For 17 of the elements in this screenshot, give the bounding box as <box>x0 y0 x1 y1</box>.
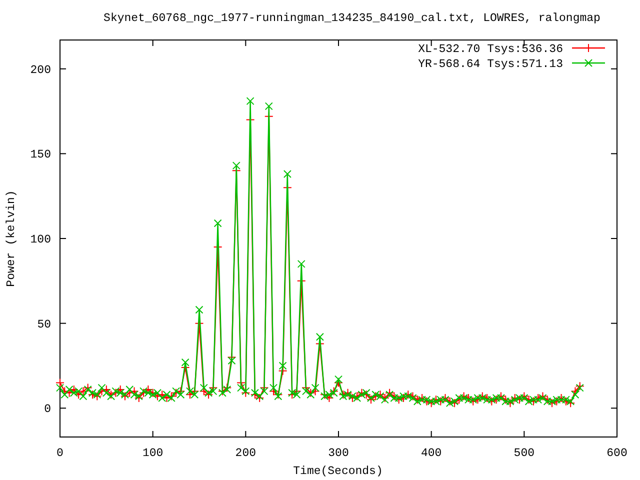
tick-label: 100 <box>30 234 51 246</box>
tick-label: 300 <box>328 447 349 460</box>
tick-label: 50 <box>37 318 51 332</box>
axis-title: Power (kelvin) <box>5 190 18 287</box>
tick-label: 150 <box>30 148 51 162</box>
tick-label: 400 <box>420 447 442 460</box>
legend-label: XL-532.70 Tsys:536.36 <box>418 43 563 56</box>
tick-label: 200 <box>235 447 256 460</box>
tick-label: 500 <box>514 447 535 460</box>
tick-label: 200 <box>30 64 51 77</box>
tick-label: 0 <box>44 403 51 416</box>
tick-label: 0 <box>56 447 64 460</box>
chart-title: Skynet_60768_ngc_1977-runningman_134235_84190_cal.txt, LOWRES, ralongmap <box>104 12 600 25</box>
tick-label: 100 <box>142 447 164 460</box>
legend-label: YR-568.64 Tsys:571.13 <box>418 58 563 71</box>
axis-title: Time(Seconds) <box>293 465 383 478</box>
tick-label: 600 <box>606 447 628 460</box>
